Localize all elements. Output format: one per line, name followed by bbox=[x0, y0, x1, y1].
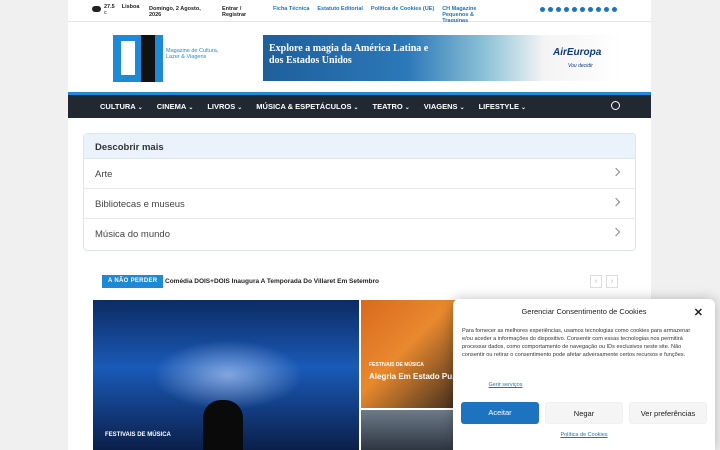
main-nav: CULTURA ⌄ CINEMA ⌄ LIVROS ⌄ MÚSICA & ESPETÁ… bbox=[68, 92, 651, 118]
nav-item-lifestyle[interactable]: LIFESTYLE ⌄ bbox=[479, 102, 526, 111]
instagram-icon[interactable] bbox=[548, 7, 553, 12]
banner-brand: AirEuropa bbox=[553, 47, 602, 58]
chevron-down-icon: ⌄ bbox=[404, 105, 410, 111]
twitter-icon[interactable] bbox=[580, 7, 585, 12]
discover-title: Descobrir mais bbox=[84, 134, 635, 159]
chevron-right-icon bbox=[611, 197, 621, 207]
pinterest-icon[interactable] bbox=[564, 7, 569, 12]
search-icon[interactable] bbox=[611, 101, 620, 110]
social-links bbox=[540, 7, 617, 12]
nav-item-teatro[interactable]: TEATRO ⌄ bbox=[372, 102, 409, 111]
nav-item-cinema[interactable]: CINEMA ⌄ bbox=[157, 102, 194, 111]
cookie-body: Para fornecer as melhores experiências, … bbox=[462, 328, 691, 358]
banner-slogan: Vou decidir bbox=[568, 63, 593, 69]
linkedin-icon[interactable] bbox=[556, 7, 561, 12]
main-article-category[interactable]: FESTIVAIS DE MÚSICA bbox=[105, 432, 171, 438]
ticker-prev-button[interactable]: ‹ bbox=[590, 275, 602, 288]
discover-more-panel: Descobrir mais Arte Bibliotecas e museus… bbox=[83, 133, 636, 251]
discover-item-bibliotecas[interactable]: Bibliotecas e museus bbox=[84, 189, 635, 219]
nav-item-viagens[interactable]: VIAGENS ⌄ bbox=[424, 102, 465, 111]
side-article-category[interactable]: FESTIVAIS DE MÚSICA bbox=[369, 362, 424, 368]
top-bar: 27.5 c Lisboa Domingo, 2 Agosto, 2026 En… bbox=[68, 0, 651, 24]
chevron-down-icon: ⌄ bbox=[188, 105, 194, 111]
chevron-down-icon: ⌄ bbox=[237, 105, 243, 111]
whatsapp-icon[interactable] bbox=[596, 7, 601, 12]
cookie-consent-dialog: Gerenciar Consentimento de Cookies ✕ Par… bbox=[453, 299, 715, 450]
facebook-icon[interactable] bbox=[540, 7, 545, 12]
weather-widget: 27.5 c Lisboa bbox=[92, 4, 139, 16]
banner-text: Explore a magia da América Latina e dos … bbox=[269, 43, 429, 66]
chevron-down-icon: ⌄ bbox=[521, 105, 527, 111]
cloud-icon bbox=[92, 6, 101, 12]
chevron-down-icon: ⌄ bbox=[459, 105, 465, 111]
chevron-down-icon: ⌄ bbox=[137, 105, 143, 111]
news-ticker: A NÃO PERDER Comédia DOIS+DOIS Inaugura … bbox=[102, 275, 620, 289]
discover-item-musica-mundo[interactable]: Música do mundo bbox=[84, 219, 635, 249]
featured-article-side-2[interactable] bbox=[361, 410, 461, 450]
weather-city: Lisboa bbox=[121, 4, 140, 10]
nav-item-musica[interactable]: MÚSICA & ESPETÁCULOS ⌄ bbox=[256, 102, 358, 111]
ad-banner[interactable]: Explore a magia da América Latina e dos … bbox=[263, 35, 623, 81]
login-link[interactable]: Entrar / Registrar bbox=[222, 6, 262, 18]
side-article-title[interactable]: Alegria Em Estado Pu... Jamiroquai No Co… bbox=[369, 372, 461, 382]
discover-item-arte[interactable]: Arte bbox=[84, 159, 635, 189]
ticker-headline[interactable]: Comédia DOIS+DOIS Inaugura A Temporada D… bbox=[165, 278, 379, 285]
tiktok-icon[interactable] bbox=[572, 7, 577, 12]
logo-tagline: Magazine de Cultura, Lazer & Viagens bbox=[166, 48, 219, 60]
manage-services-link[interactable]: Gerir serviços bbox=[453, 382, 558, 388]
close-icon[interactable]: ✕ bbox=[694, 306, 703, 319]
nav-item-livros[interactable]: LIVROS ⌄ bbox=[207, 102, 242, 111]
weather-unit: c bbox=[104, 10, 107, 16]
youtube-icon[interactable] bbox=[604, 7, 609, 12]
performer-figure bbox=[203, 400, 243, 450]
site-header: Magazine de Cultura, Lazer & Viagens Exp… bbox=[68, 22, 651, 92]
featured-article-main[interactable]: FESTIVAIS DE MÚSICA bbox=[93, 300, 359, 450]
chevron-down-icon: ⌄ bbox=[353, 105, 359, 111]
chevron-right-icon bbox=[611, 167, 621, 177]
email-icon[interactable] bbox=[612, 7, 617, 12]
preferences-button[interactable]: Ver preferências bbox=[629, 402, 707, 424]
accept-button[interactable]: Aceitar bbox=[461, 402, 539, 424]
current-date: Domingo, 2 Agosto, 2026 bbox=[149, 6, 201, 18]
cookie-title: Gerenciar Consentimento de Cookies bbox=[521, 307, 647, 316]
ticker-next-button[interactable]: › bbox=[606, 275, 618, 288]
nav-item-cultura[interactable]: CULTURA ⌄ bbox=[100, 102, 143, 111]
deny-button[interactable]: Negar bbox=[545, 402, 623, 424]
ticker-badge: A NÃO PERDER bbox=[102, 275, 164, 288]
chevron-right-icon bbox=[611, 227, 621, 237]
featured-article-side[interactable]: FESTIVAIS DE MÚSICA Alegria Em Estado Pu… bbox=[361, 300, 461, 408]
cookie-policy-link[interactable]: Política de Cookies bbox=[453, 432, 715, 438]
site-logo[interactable] bbox=[113, 35, 163, 82]
x-icon[interactable] bbox=[588, 7, 593, 12]
